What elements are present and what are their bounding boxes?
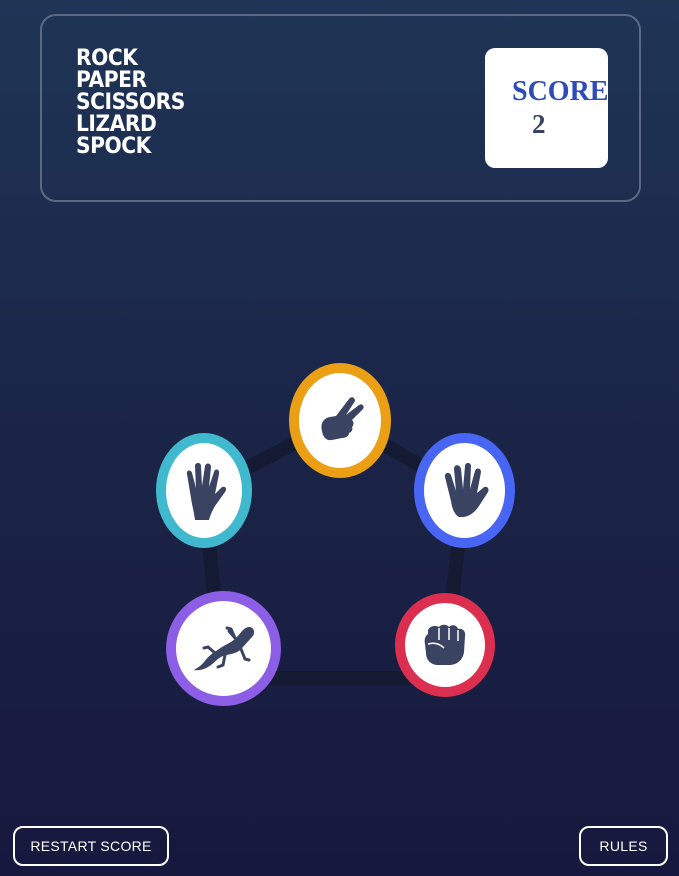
open-hand-icon (444, 462, 489, 517)
lizard-icon (193, 626, 254, 670)
lizard-token[interactable] (166, 591, 281, 706)
fist-icon (424, 624, 466, 665)
restart-score-button[interactable]: RESTART SCORE (13, 826, 169, 866)
rules-button[interactable]: RULES (579, 826, 668, 866)
rock-token[interactable] (395, 593, 495, 697)
scissors-hand-icon (321, 396, 364, 440)
paper-token[interactable] (414, 433, 515, 548)
spock-token[interactable] (156, 433, 252, 548)
spock-hand-icon (186, 462, 227, 520)
game-board (0, 0, 679, 876)
scissors-token[interactable] (289, 363, 391, 478)
